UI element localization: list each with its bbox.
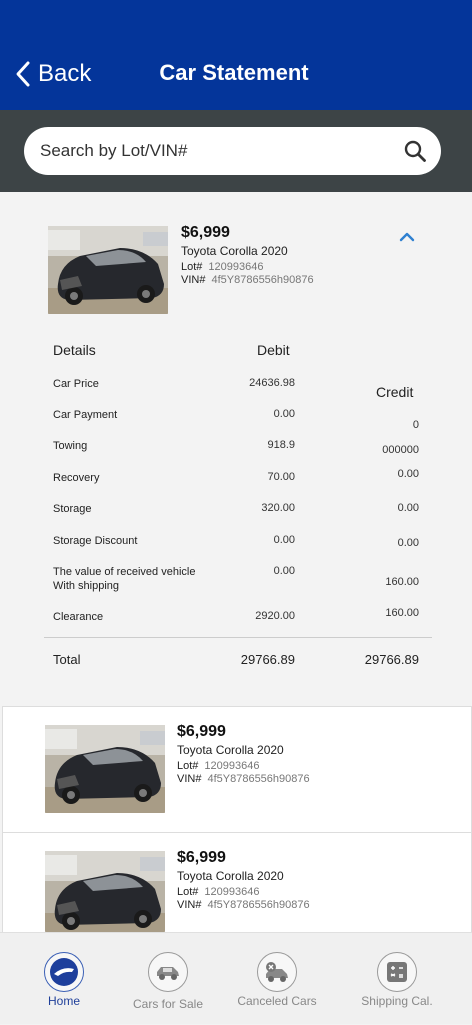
car-model: Toyota Corolla 2020 bbox=[177, 869, 284, 883]
divider bbox=[44, 637, 432, 638]
vin-number: VIN# 4f5Y8786556h90876 bbox=[181, 274, 314, 286]
row-debit: 24636.98 bbox=[249, 377, 295, 389]
row-label: Clearance bbox=[53, 611, 104, 623]
debit-header: Debit bbox=[257, 342, 290, 358]
row-debit: 2920.00 bbox=[255, 610, 295, 622]
row-label: Towing bbox=[53, 440, 88, 452]
row-credit: 0.00 bbox=[397, 468, 419, 480]
row-debit: 0.00 bbox=[273, 408, 295, 420]
row-label: Storage bbox=[53, 503, 92, 515]
row-credit: 0 bbox=[412, 419, 419, 431]
vin-number: VIN# 4f5Y8786556h90876 bbox=[177, 899, 310, 911]
tab-label: Shipping Cal. bbox=[361, 994, 433, 1008]
car-photo[interactable] bbox=[45, 851, 165, 932]
search-input[interactable] bbox=[40, 141, 403, 161]
lot-number: Lot# 120993646 bbox=[181, 261, 264, 273]
row-credit: 0.00 bbox=[397, 537, 419, 549]
total-label: Total bbox=[53, 652, 81, 667]
car-price: $6,999 bbox=[177, 723, 226, 740]
row-label: The value of received vehicle With shippi… bbox=[53, 566, 196, 592]
vin-number: VIN# 4f5Y8786556h90876 bbox=[177, 773, 310, 785]
bottom-tab-bar: Home Cars for Sale Canceled Cars Shippin… bbox=[0, 932, 472, 1024]
total-debit: 29766.89 bbox=[240, 652, 295, 667]
details-header: Details bbox=[53, 342, 96, 358]
car-price: $6,999 bbox=[177, 849, 226, 866]
row-debit: 70.00 bbox=[267, 471, 295, 483]
search-bar[interactable] bbox=[24, 127, 441, 175]
total-credit: 29766.89 bbox=[364, 652, 419, 667]
tab-cars-for-sale[interactable]: Cars for Sale bbox=[109, 933, 227, 1025]
tab-home[interactable]: Home bbox=[5, 933, 123, 1025]
tab-shipping-calculator[interactable]: Shipping Cal. bbox=[338, 933, 456, 1025]
row-label: Recovery bbox=[53, 472, 100, 484]
car-for-sale-icon bbox=[148, 952, 188, 992]
lot-number: Lot# 120993646 bbox=[177, 886, 260, 898]
car-price: $6,999 bbox=[181, 224, 230, 241]
tab-canceled-cars[interactable]: Canceled Cars bbox=[218, 933, 336, 1025]
tab-label: Cars for Sale bbox=[132, 997, 204, 1011]
page-title: Car Statement bbox=[159, 60, 309, 85]
chevron-up-icon[interactable] bbox=[398, 230, 416, 244]
row-debit: 0.00 bbox=[273, 565, 295, 577]
row-credit: 000000 bbox=[382, 444, 419, 456]
row-credit: 160.00 bbox=[385, 607, 419, 619]
car-photo[interactable] bbox=[45, 725, 165, 813]
search-band bbox=[0, 110, 472, 192]
app-header: Back Car Statement bbox=[0, 0, 472, 110]
row-label: Storage Discount bbox=[53, 535, 138, 547]
search-icon[interactable] bbox=[403, 139, 427, 163]
canceled-car-icon bbox=[257, 952, 297, 992]
row-label: Car Price bbox=[53, 378, 99, 390]
row-credit: 160.00 bbox=[385, 576, 419, 588]
home-logo-icon bbox=[44, 952, 84, 992]
row-debit: 918.9 bbox=[267, 439, 295, 451]
tab-label: Canceled Cars bbox=[237, 994, 317, 1008]
row-debit: 320.00 bbox=[261, 502, 295, 514]
car-model: Toyota Corolla 2020 bbox=[181, 244, 288, 258]
credit-header: Credit bbox=[376, 384, 414, 400]
car-photo[interactable] bbox=[48, 226, 168, 314]
lot-number: Lot# 120993646 bbox=[177, 760, 260, 772]
row-label: Car Payment bbox=[53, 409, 118, 421]
car-model: Toyota Corolla 2020 bbox=[177, 743, 284, 757]
tab-label: Home bbox=[47, 994, 80, 1008]
row-credit: 0.00 bbox=[397, 502, 419, 514]
calculator-icon bbox=[377, 952, 417, 992]
row-debit: 0.00 bbox=[273, 534, 295, 546]
